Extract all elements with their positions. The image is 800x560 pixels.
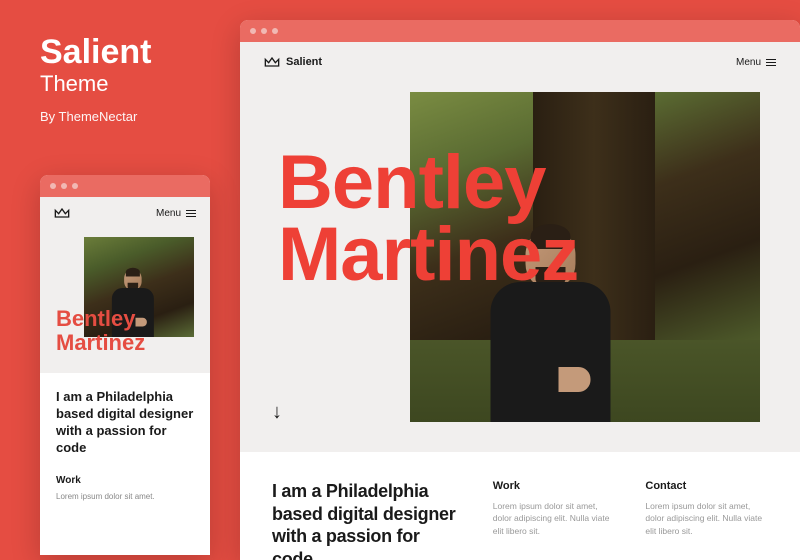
hero-name: Bentley Martinez [278, 147, 578, 291]
logo-text: Salient [286, 56, 322, 68]
traffic-light-dot [50, 183, 56, 189]
tagline-text-mobile: I am a Philadelphia based digital design… [56, 389, 194, 457]
window-titlebar [40, 175, 210, 197]
traffic-light-dot [261, 28, 267, 34]
traffic-light-dot [72, 183, 78, 189]
crown-icon [264, 56, 280, 68]
traffic-light-dot [250, 28, 256, 34]
work-body-mobile: Lorem ipsum dolor sit amet. [56, 492, 194, 502]
promo-block: Salient Theme By ThemeNectar [40, 35, 151, 124]
promo-author: By ThemeNectar [40, 109, 151, 124]
tagline-text: I am a Philadelphia based digital design… [272, 480, 463, 560]
work-column: Work Lorem ipsum dolor sit amet, dolor a… [493, 480, 616, 560]
site-logo[interactable]: Salient [264, 56, 322, 68]
hero-name-line1: Bentley [278, 147, 578, 219]
mobile-lower-content: I am a Philadelphia based digital design… [40, 373, 210, 555]
hero-name-line2: Martinez [278, 219, 578, 291]
promo-subtitle: Theme [40, 71, 151, 97]
hero-section: Bentley Martinez ↓ [240, 82, 800, 452]
contact-column: Contact Lorem ipsum dolor sit amet, dolo… [645, 480, 768, 560]
site-topbar: Salient Menu [240, 42, 800, 82]
promo-title: Salient [40, 35, 151, 69]
traffic-light-dot [272, 28, 278, 34]
work-body: Lorem ipsum dolor sit amet, dolor adipis… [493, 500, 616, 537]
hamburger-icon [186, 210, 196, 217]
menu-label: Menu [156, 208, 181, 219]
tagline-block: I am a Philadelphia based digital design… [272, 480, 463, 560]
menu-button-mobile[interactable]: Menu [156, 208, 196, 219]
lower-content: I am a Philadelphia based digital design… [240, 452, 800, 560]
hero-name-line2: Martinez [56, 331, 194, 355]
traffic-light-dot [61, 183, 67, 189]
window-titlebar [240, 20, 800, 42]
hero-name-mobile: Bentley Martinez [56, 307, 194, 355]
hero-name-line1: Bentley [56, 307, 194, 331]
work-heading-mobile: Work [56, 475, 194, 486]
menu-label: Menu [736, 57, 761, 68]
menu-button[interactable]: Menu [736, 57, 776, 68]
desktop-preview-window: Salient Menu Bentley Martinez ↓ I am a P… [240, 20, 800, 560]
crown-icon [54, 207, 70, 219]
hamburger-icon [766, 59, 776, 66]
work-heading: Work [493, 480, 616, 492]
hero-section-mobile: Bentley Martinez [40, 229, 210, 355]
mobile-preview-window: Menu Bentley Martinez I am a Philadelphi… [40, 175, 210, 555]
contact-heading: Contact [645, 480, 768, 492]
scroll-down-icon[interactable]: ↓ [272, 401, 282, 424]
contact-body: Lorem ipsum dolor sit amet, dolor adipis… [645, 500, 768, 537]
site-logo-mobile[interactable] [54, 207, 70, 219]
site-topbar-mobile: Menu [40, 197, 210, 229]
